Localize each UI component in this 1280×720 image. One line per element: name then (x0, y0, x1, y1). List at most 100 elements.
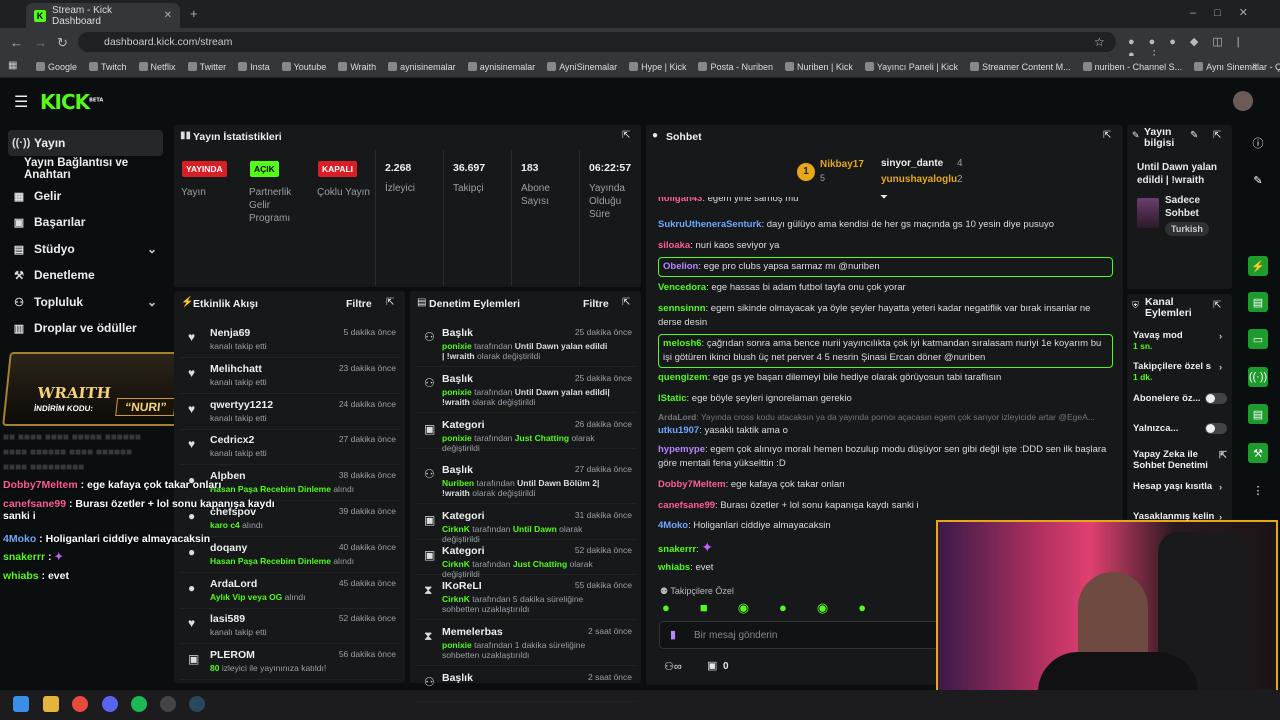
bookmark-item[interactable]: Yayıncı Paneli | Kick (859, 62, 964, 72)
bookmark-item[interactable]: Insta (232, 62, 276, 72)
channel-action[interactable]: Yapay Zeka ile Sohbet Denetimi ⇱ (1133, 449, 1227, 471)
edit-icon[interactable]: ✎ (1190, 130, 1198, 141)
channel-action[interactable]: Takipçilere özel s1 dk. › (1133, 361, 1228, 382)
bookmark-item[interactable]: Twitch (83, 62, 133, 72)
chat-bubble-icon[interactable]: ▭ (1248, 329, 1268, 349)
bookmark-item[interactable]: Wraith (332, 62, 382, 72)
chat-username[interactable]: Vencedora (658, 282, 706, 293)
activity-filter-button[interactable]: Filtre (346, 298, 372, 310)
layers-icon[interactable]: ▤ (1248, 404, 1268, 424)
channel-actions-expand-icon[interactable]: ⇱ (1213, 300, 1221, 311)
chat-username[interactable]: 4Moko (658, 520, 688, 531)
apps-grid-icon[interactable]: ▦ (8, 60, 17, 71)
steam-icon[interactable] (189, 696, 205, 712)
toggle-switch[interactable] (1205, 393, 1227, 404)
top-gifter-2[interactable]: sinyor_dante (881, 158, 943, 169)
chrome-icon[interactable] (72, 696, 88, 712)
window-controls[interactable]: –□✕ (1190, 6, 1266, 19)
channel-action[interactable]: Hesap yaşı kısıtla › (1133, 481, 1228, 493)
bookmark-item[interactable]: Posta - Nuriben (692, 62, 779, 72)
sidebar-item-2[interactable]: ▦ Gelir (8, 183, 163, 209)
chat-username[interactable]: Dobby7Meltem (658, 479, 726, 490)
gift-icon[interactable]: ▣ (707, 659, 717, 672)
activity-username[interactable]: lasi589 (210, 613, 245, 625)
chat-input[interactable]: ▮ Bir mesaj gönderin (659, 621, 939, 649)
bookmark-item[interactable]: Nuriben | Kick (779, 62, 859, 72)
chat-expand-icon[interactable]: ⇱ (1103, 130, 1111, 141)
chat-username[interactable]: ArdaLord (658, 412, 696, 422)
chat-username[interactable]: SukruUtheneraSenturk (658, 219, 761, 230)
obs-icon[interactable] (160, 696, 176, 712)
info-icon[interactable]: ⓘ (1248, 133, 1268, 153)
moderator-name[interactable]: ponixie (442, 640, 472, 650)
chat-username[interactable]: lStatic (658, 393, 687, 404)
menu-icon[interactable]: ☰ (14, 92, 28, 112)
activity-username[interactable]: ArdaLord (210, 578, 257, 590)
sidebar-item-4[interactable]: ▤ Stüdyo ⌄ (8, 236, 163, 262)
bookmark-item[interactable]: Google (30, 62, 83, 72)
bookmark-item[interactable]: Streamer Content M... (964, 62, 1077, 72)
close-tab-icon[interactable]: ✕ (164, 10, 172, 21)
activity-username[interactable]: PLEROM (210, 649, 255, 661)
top-gifter-1[interactable]: Nikbay17 (820, 159, 864, 170)
sidebar-item-0[interactable]: ((·)) Yayın (8, 130, 163, 156)
browser-tab[interactable]: K Stream - Kick Dashboard ✕ (26, 3, 180, 28)
bookmark-item[interactable]: Hype | Kick (623, 62, 692, 72)
moderator-name[interactable]: CirknK (442, 594, 470, 604)
bookmark-item[interactable]: Youtube (276, 62, 333, 72)
bookmark-item[interactable]: aynisinemalar (382, 62, 462, 72)
user-avatar[interactable] (1233, 91, 1253, 111)
chat-username[interactable]: melosh6 (663, 338, 702, 349)
kick-logo[interactable]: KICKBETA (40, 90, 103, 114)
bookmark-item[interactable]: nuriben - Channel S... (1077, 62, 1189, 72)
chat-username[interactable]: Obelion (663, 261, 698, 272)
channel-action[interactable]: Yasaklanmış kelin › (1133, 511, 1228, 523)
activity-username[interactable]: Cedricx2 (210, 434, 254, 446)
bookmark-item[interactable]: Netflix (133, 62, 182, 72)
moderator-name[interactable]: CirknK (442, 524, 470, 534)
moderation-filter-button[interactable]: Filtre (583, 298, 609, 310)
chat-username[interactable]: sennsinnn (658, 303, 706, 314)
channel-action[interactable]: Abonelere öz... (1133, 393, 1228, 404)
sidebar-item-5[interactable]: ⚒ Denetleme (8, 262, 163, 288)
stream-info-expand-icon[interactable]: ⇱ (1213, 130, 1221, 141)
windows-start-icon[interactable] (13, 696, 29, 712)
bookmark-item[interactable]: Twitter (182, 62, 233, 72)
activity-username[interactable]: qwertyy1212 (210, 399, 273, 411)
more-icon[interactable]: ⋮ (1248, 480, 1268, 500)
more-bookmarks-icon[interactable]: » (1252, 60, 1258, 71)
url-input[interactable]: dashboard.kick.com/stream (78, 32, 1116, 52)
community-icon[interactable]: ⚇∞ (664, 660, 682, 673)
moderation-expand-icon[interactable]: ⇱ (622, 297, 630, 308)
new-tab-icon[interactable]: + (190, 6, 198, 21)
sidebar-item-7[interactable]: ▥ Droplar ve ödüller (8, 315, 163, 341)
spotify-icon[interactable] (131, 696, 147, 712)
chat-username[interactable]: utku1907 (658, 425, 699, 436)
moderator-name[interactable]: ponixie (442, 433, 472, 443)
activity-username[interactable]: Melihchatt (210, 363, 262, 375)
back-icon[interactable]: ← (10, 35, 23, 50)
sidebar-item-6[interactable]: ⚇ Topluluk ⌄ (8, 289, 163, 315)
pencil-icon[interactable]: ✎ (1248, 170, 1268, 190)
clipboard-icon[interactable]: ▤ (1248, 292, 1268, 312)
bolt-icon[interactable]: ⚡ (1248, 256, 1268, 276)
toggle-switch[interactable] (1205, 423, 1227, 434)
chat-username[interactable]: siloaka (658, 240, 690, 251)
moderator-name[interactable]: ponixie (442, 341, 472, 351)
emote-row[interactable]: ●■◉●◉● (662, 600, 896, 616)
activity-expand-icon[interactable]: ⇱ (386, 297, 394, 308)
broadcast-icon[interactable]: ((·)) (1248, 367, 1268, 387)
moderator-name[interactable]: Nuriben (442, 478, 474, 488)
activity-username[interactable]: doqany (210, 542, 247, 554)
channel-action[interactable]: Yalnızca... (1133, 423, 1228, 434)
sidebar-item-1[interactable]: Yayın Bağlantısı ve Anahtarı (8, 156, 163, 182)
top-gifter-3[interactable]: yunushayaloglu (881, 174, 957, 185)
chat-username[interactable]: quengizem (658, 372, 708, 383)
bookmark-star-icon[interactable]: ☆ (1094, 35, 1105, 49)
channel-action[interactable]: Yavaş mod 1 sn. › (1133, 330, 1228, 351)
chat-username[interactable]: whiabs (658, 562, 690, 573)
chat-username[interactable]: canefsane99 (658, 500, 715, 511)
moderator-name[interactable]: CirknK (442, 559, 470, 569)
activity-username[interactable]: Nenja69 (210, 327, 250, 339)
bookmark-item[interactable]: Aynı Sinemalar - Ça... (1188, 62, 1280, 72)
